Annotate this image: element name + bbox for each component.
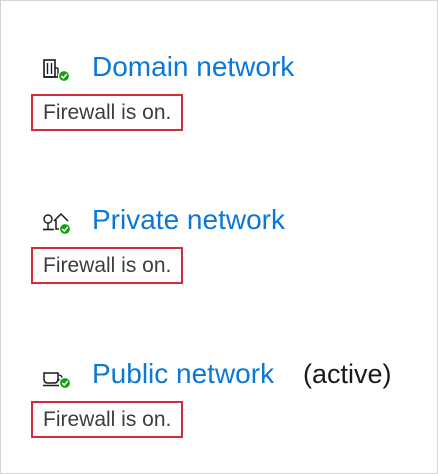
domain-network-link[interactable]: Domain network xyxy=(92,49,294,85)
firewall-network-panel: Domain network Firewall is on. Private n… xyxy=(0,0,438,474)
active-network-label: (active) xyxy=(303,359,392,389)
private-home-network-icon xyxy=(41,210,75,236)
firewall-status-highlight: Firewall is on. xyxy=(31,247,183,284)
firewall-status-text: Firewall is on. xyxy=(43,253,172,277)
network-header: Public network (active) xyxy=(1,358,438,394)
public-cafe-network-icon xyxy=(41,364,75,390)
public-network-link[interactable]: Public network xyxy=(92,356,274,392)
private-network-link[interactable]: Private network xyxy=(92,202,285,238)
firewall-status-highlight: Firewall is on. xyxy=(31,94,183,131)
firewall-status-highlight: Firewall is on. xyxy=(31,401,183,438)
network-header: Private network xyxy=(1,204,438,240)
network-header: Domain network xyxy=(1,51,438,87)
firewall-status-text: Firewall is on. xyxy=(43,100,172,124)
domain-building-icon xyxy=(41,57,75,83)
firewall-status-text: Firewall is on. xyxy=(43,407,172,431)
